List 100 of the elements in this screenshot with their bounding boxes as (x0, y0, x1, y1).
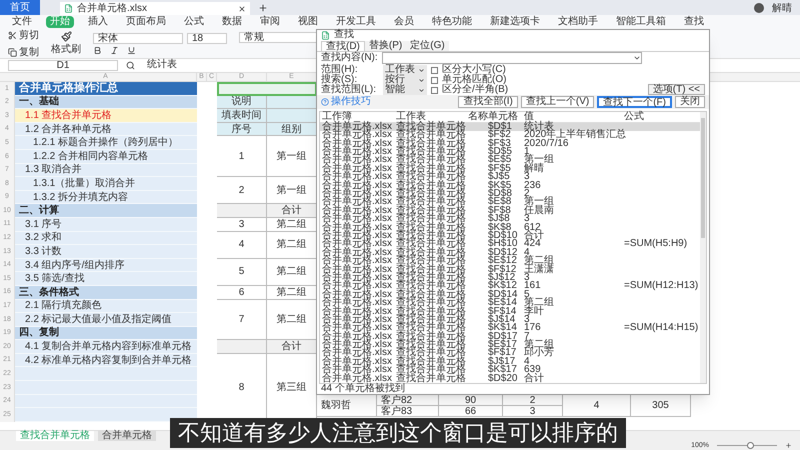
results-column-header[interactable]: 工作表 (394, 112, 466, 122)
size-select[interactable]: 18 (187, 32, 227, 44)
find-input[interactable] (382, 52, 642, 64)
results-column-header[interactable]: 公式 (622, 112, 700, 122)
results-column-header[interactable]: 工作簿 (320, 112, 394, 122)
result-cell-text: 查找合并单元格 (395, 232, 466, 240)
result-cell-text: 查找合并单元格 (395, 290, 466, 300)
result-cell-text: 查找合并单元格 (395, 122, 466, 132)
outline-item[interactable]: 1.3.2 拆分并填充内容 (15, 190, 197, 204)
result-cell-text: 合并单元格.xlsx (321, 173, 393, 182)
outline-item[interactable]: 3.4 组内序号/组内排序 (15, 258, 197, 272)
result-cell-text: 合并单元格.xlsx (321, 282, 393, 291)
result-cell-text: 合并单元格.xlsx (321, 224, 393, 232)
table-cell: 客户83 (377, 406, 439, 417)
menu-tab[interactable]: 开发工具 (332, 16, 380, 28)
outline-item[interactable]: 3.5 筛选/查找 (15, 272, 197, 285)
dialog-tab[interactable]: 替换(P) (364, 40, 406, 51)
outline-item[interactable]: 1.3.1（批量）取消合并 (15, 177, 197, 190)
dialog-button[interactable]: 关闭 (675, 96, 705, 108)
cut-label[interactable]: 剪切 (19, 28, 39, 42)
menu-tab[interactable]: 会员 (390, 16, 418, 28)
result-cell-text: 查找合并单元格 (395, 206, 466, 216)
menu-tab[interactable]: 文档助手 (554, 16, 602, 28)
menu-tab[interactable]: 文件 (8, 16, 36, 28)
result-cell-text: 查找合并单元格 (396, 374, 466, 384)
result-cell-text: 合并单元格.xlsx (321, 366, 393, 375)
scrollbar[interactable] (700, 112, 706, 384)
result-cell-text: $H$10 (487, 240, 518, 249)
results-column-header[interactable]: 值 (522, 112, 622, 122)
outline-item[interactable]: 1.1 查找合并单元格 (15, 109, 197, 122)
result-cell-text: 邱小芳 (523, 349, 555, 358)
format-painter-label[interactable]: 格式刷 (51, 42, 81, 56)
name-box[interactable]: D1 (8, 60, 118, 71)
checkbox[interactable] (431, 66, 438, 74)
result-cell-text: 3 (523, 173, 530, 182)
cut-icon[interactable] (8, 30, 17, 40)
outline-item[interactable]: 1.2.2 合并相同内容单元格 (15, 150, 197, 163)
results-column-header[interactable]: 单元格 (486, 112, 522, 122)
result-cell-text: =SUM(H5:H9) (623, 240, 688, 249)
result-cell-text: 查找合并单元格 (395, 274, 466, 282)
option-select[interactable]: 智能 (383, 85, 427, 96)
menu-tab[interactable]: 特色功能 (428, 16, 476, 28)
outline-item[interactable]: 2.1 隔行填充颜色 (15, 300, 197, 312)
dialog-button[interactable]: 查找上一个(V) (520, 96, 594, 108)
menu-tab[interactable]: 查找 (680, 16, 708, 28)
copy-icon[interactable] (8, 48, 17, 56)
spreadsheet-icon (64, 4, 73, 13)
outline-item[interactable]: 3.1 序号 (15, 218, 197, 231)
menu-tab[interactable]: 页面布局 (122, 16, 170, 28)
menu-tab[interactable]: 插入 (84, 16, 112, 28)
home-tab[interactable]: 首页 (0, 0, 40, 15)
outline-item[interactable]: 4.2 标准单元格内容复制到合并单元格 (15, 354, 197, 366)
result-cell-text: $D$12 (487, 248, 518, 258)
results-column-header[interactable]: 名称 (466, 112, 486, 122)
option-select[interactable]: 按行 (383, 75, 427, 86)
outline-item[interactable]: 1.2.1 标题合并操作（跨列居中） (15, 136, 197, 149)
font-select[interactable]: 宋体 (93, 32, 183, 44)
sheet-tab[interactable]: 合并单元格 (98, 431, 156, 441)
result-cell-text: $K$17 (487, 366, 518, 375)
menu-tab[interactable]: 新建选项卡 (486, 16, 544, 28)
outline-item[interactable]: 3.2 求和 (15, 232, 197, 244)
file-tab[interactable]: 合并单元格.xlsx (60, 2, 250, 15)
user-name[interactable]: 解晴 (772, 2, 792, 15)
result-cell-text: 合并单元格.xlsx (321, 299, 393, 308)
checkbox[interactable] (431, 86, 438, 94)
result-cell-text: 合并单元格.xlsx (321, 148, 393, 156)
dialog-button[interactable]: 查找下一个(F) (597, 96, 672, 108)
new-tab-icon[interactable] (258, 3, 268, 13)
outline-item[interactable]: 1.3 取消合并 (15, 164, 197, 176)
menu-tab[interactable]: 审阅 (256, 16, 284, 28)
zoom-slider-thumb[interactable] (747, 442, 754, 449)
result-cell-text: 3 (523, 316, 530, 324)
result-cell-text: $F$8 (487, 206, 512, 216)
app-icon (321, 30, 330, 40)
dialog-tab[interactable]: 定位(G) (406, 40, 449, 51)
bold-icon[interactable] (93, 46, 102, 54)
menu-tab[interactable]: 视图 (294, 16, 322, 28)
dialog-button[interactable]: 查找全部(I) (458, 96, 518, 108)
outline-item[interactable]: 3.3 计数 (15, 245, 197, 258)
tips-link[interactable]: 操作技巧 (331, 97, 371, 108)
zoom-in-icon[interactable] (785, 442, 792, 449)
dialog-tab[interactable]: 查找(D) (321, 40, 365, 51)
avatar (754, 3, 764, 13)
result-cell-text: 第二组 (523, 341, 555, 350)
menu-tab[interactable]: 智能工具箱 (612, 16, 670, 28)
search-icon[interactable] (126, 61, 135, 70)
brush-icon[interactable] (60, 30, 72, 42)
options-button[interactable]: 选项(T) << (648, 84, 705, 96)
close-icon[interactable] (238, 4, 246, 12)
menu-tab[interactable]: 数据 (218, 16, 246, 28)
italic-icon[interactable] (110, 46, 119, 54)
menu-tab[interactable]: 公式 (180, 16, 208, 28)
copy-label[interactable]: 复制 (19, 44, 39, 60)
outline-item[interactable]: 1.2 合并各种单元格 (15, 122, 197, 136)
underline-icon[interactable] (127, 46, 136, 54)
outline-item[interactable]: 2.2 标记最大值最小值及指定阈值 (15, 313, 197, 326)
checkbox[interactable] (431, 76, 438, 84)
result-cell-text: $K$5 (487, 182, 512, 190)
outline-item[interactable]: 4.1 复制合并单元格内容到标准单元格 (15, 340, 197, 353)
result-cell-text: 查找合并单元格 (395, 164, 466, 174)
